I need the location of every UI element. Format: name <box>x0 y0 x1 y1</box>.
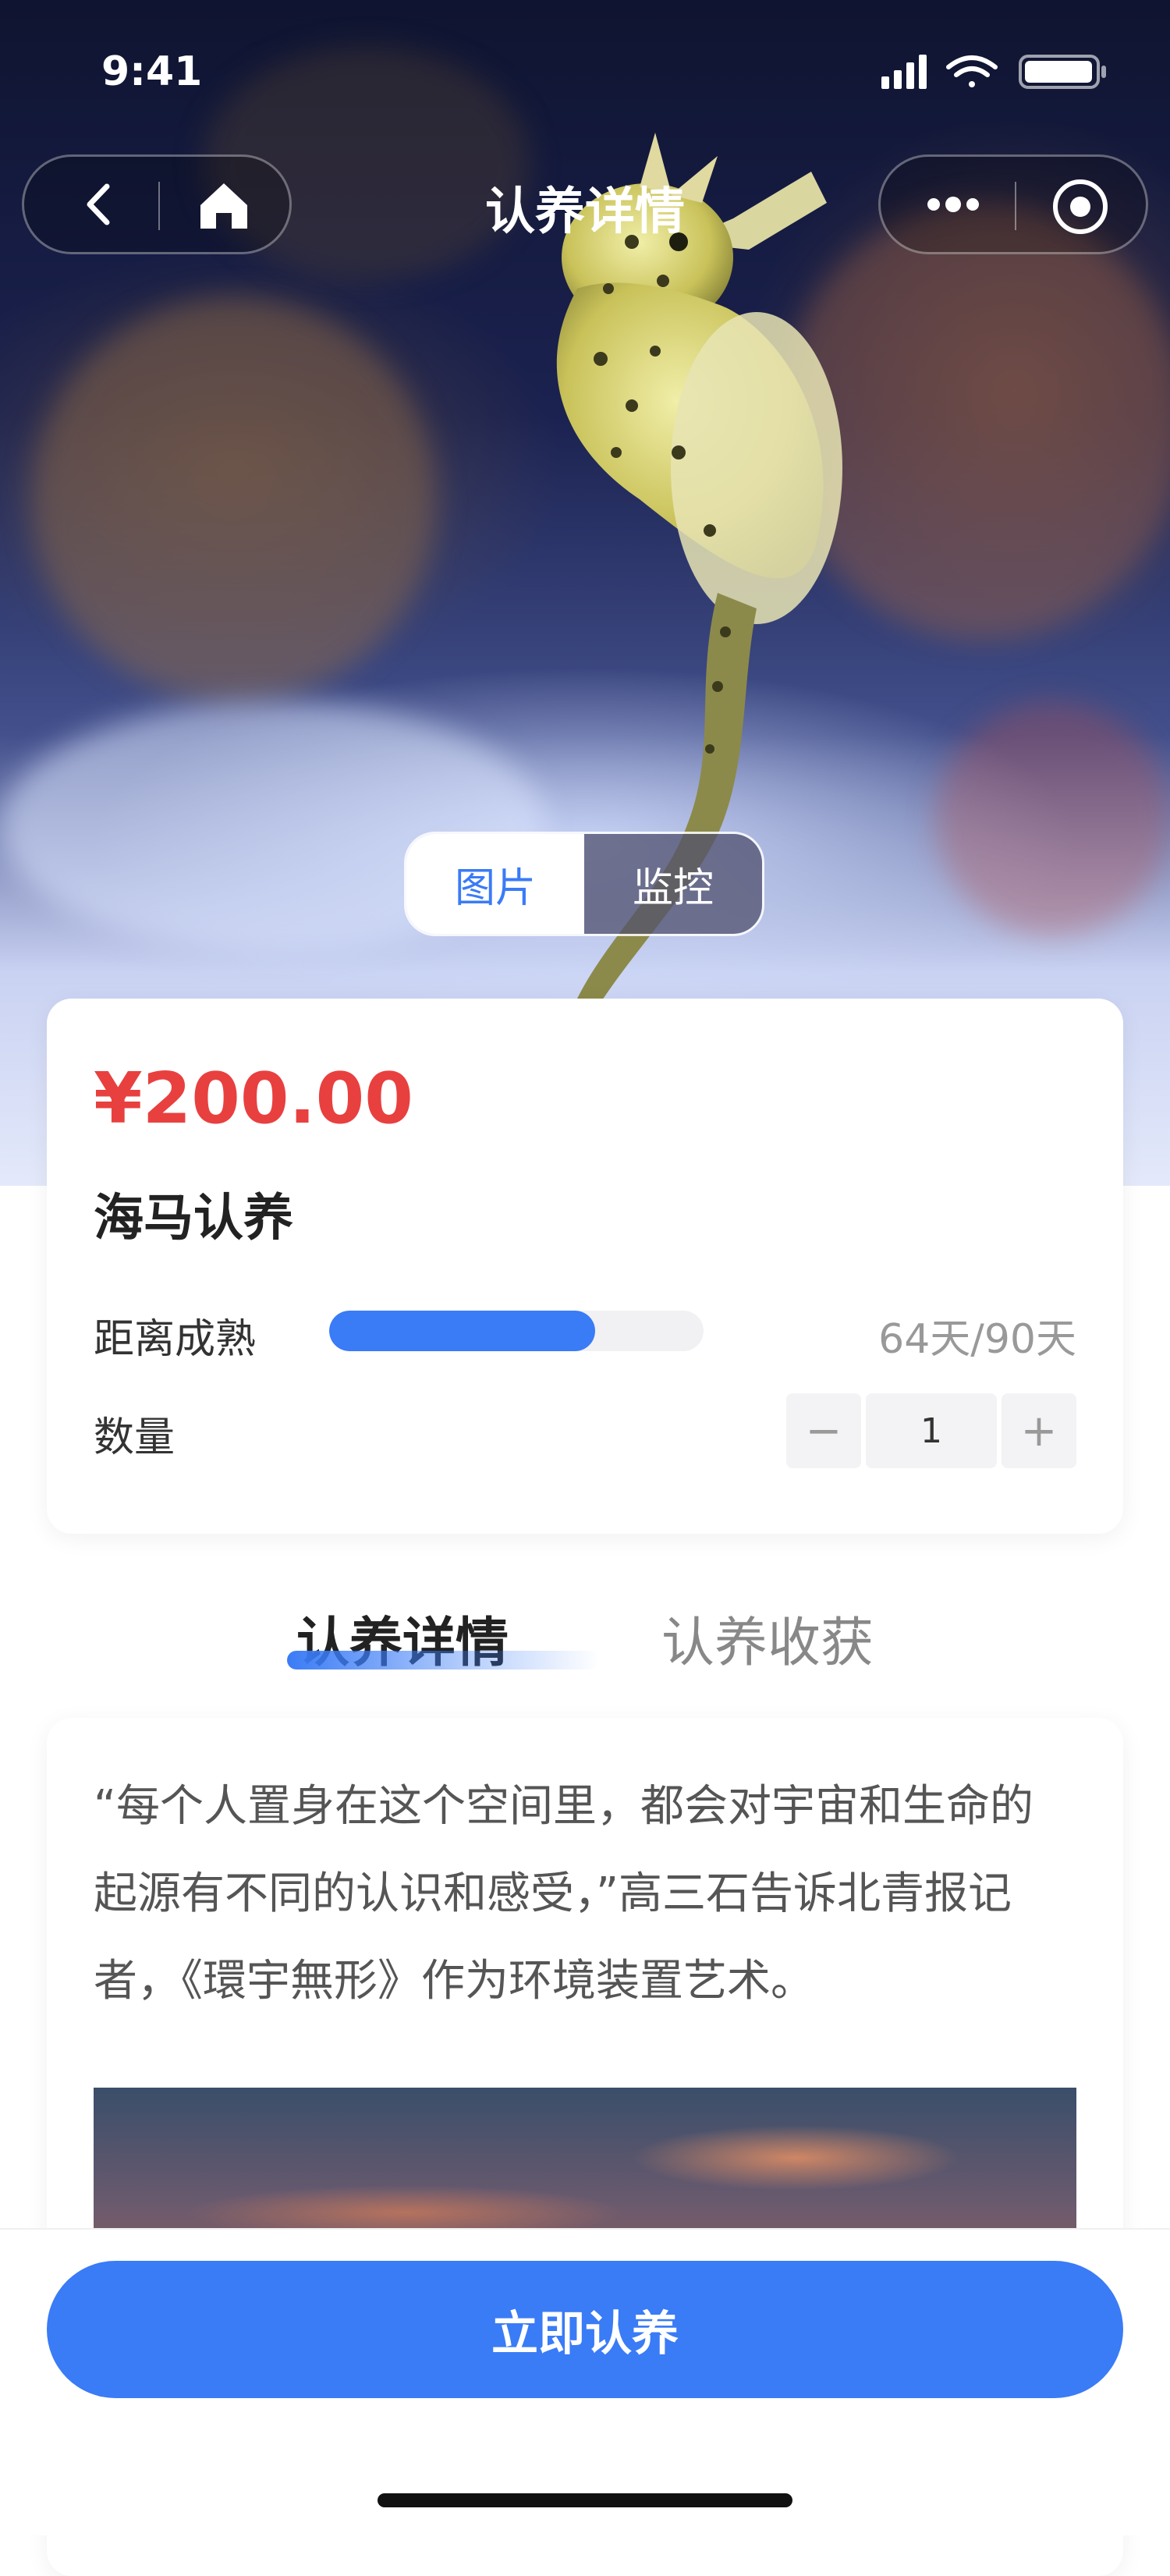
status-bar: 9:41 <box>0 0 1170 140</box>
increment-button[interactable]: + <box>1002 1393 1076 1468</box>
signal-icon <box>881 55 927 89</box>
decrement-button[interactable]: − <box>786 1393 861 1468</box>
nav-capsule-right <box>878 154 1148 254</box>
maturity-label: 距离成熟 <box>94 1316 257 1363</box>
battery-icon <box>1019 55 1106 89</box>
quantity-value[interactable]: 1 <box>866 1393 997 1468</box>
bottom-bar: 立即认养 <box>0 2228 1170 2535</box>
price: ¥200.00 <box>94 1058 413 1140</box>
maturity-progress-bar <box>329 1311 704 1351</box>
status-icons <box>881 55 1106 89</box>
wifi-icon <box>946 55 998 87</box>
toggle-photos[interactable]: 图片 <box>406 834 584 934</box>
maturity-progress-text: 64天/90天 <box>878 1316 1076 1363</box>
toggle-monitor[interactable]: 监控 <box>584 834 762 934</box>
tab-adoption-harvest[interactable]: 认养收获 <box>661 1599 874 1677</box>
quantity-stepper: − 1 + <box>786 1393 1076 1468</box>
maturity-progress-fill <box>329 1311 596 1351</box>
status-time: 9:41 <box>101 48 203 95</box>
tab-indicator <box>287 1651 599 1669</box>
home-indicator <box>378 2493 792 2507</box>
adopt-now-button[interactable]: 立即认养 <box>47 2261 1123 2398</box>
product-name: 海马认养 <box>94 1190 293 1247</box>
media-toggle: 图片 监控 <box>404 832 764 936</box>
quantity-label: 数量 <box>94 1414 176 1461</box>
target-icon[interactable] <box>1051 177 1110 236</box>
detail-paragraph: “每个人置身在这个空间里，都会对宇宙和生命的起源有不同的认识和感受，”高三石告诉… <box>94 1781 1034 2007</box>
product-card: ¥200.00 海马认养 距离成熟 64天/90天 数量 − 1 + <box>47 999 1123 1534</box>
more-icon[interactable] <box>918 177 988 232</box>
